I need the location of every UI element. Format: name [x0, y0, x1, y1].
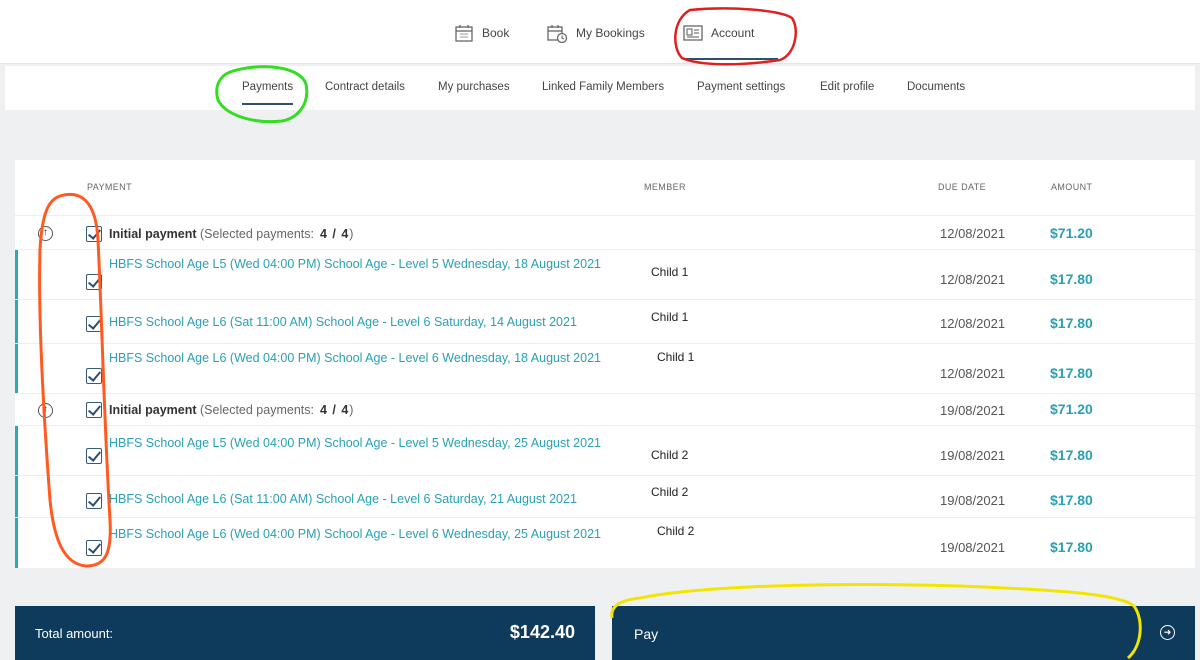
item-checkbox[interactable] — [86, 493, 102, 509]
group-checkbox[interactable] — [86, 226, 102, 242]
column-header-member: MEMBER — [644, 182, 686, 192]
arrow-right-circle-icon: ➜ — [1160, 625, 1175, 640]
account-subnav: Payments Contract details My purchases L… — [5, 66, 1195, 110]
payment-item-row: HBFS School Age L6 (Sat 11:00 AM) School… — [15, 475, 1195, 517]
member-name: Child 2 — [651, 448, 689, 462]
due-date: 12/08/2021 — [940, 272, 1006, 287]
member-name: Child 2 — [651, 485, 689, 499]
member-name: Child 1 — [657, 350, 695, 364]
nav-my-bookings[interactable]: My Bookings — [546, 18, 645, 48]
due-date: 12/08/2021 — [940, 366, 1006, 381]
collapse-icon[interactable]: ↑ — [38, 226, 53, 241]
total-amount-bar: Total amount: $142.40 — [15, 606, 595, 660]
top-navigation: Book My Bookings Account — [0, 0, 1200, 64]
payment-description-link[interactable]: HBFS School Age L6 (Sat 11:00 AM) School… — [109, 312, 649, 333]
due-date: 19/08/2021 — [940, 403, 1006, 418]
payment-group-row: ↑ Initial payment (Selected payments: 4 /… — [15, 393, 1195, 425]
amount: $17.80 — [1050, 447, 1093, 463]
due-date: 19/08/2021 — [940, 493, 1006, 508]
payments-table: PAYMENT MEMBER DUE DATE AMOUNT ↑ Initial… — [15, 160, 1195, 568]
pay-button[interactable]: Pay ➜ — [612, 606, 1195, 660]
nav-account-label: Account — [711, 26, 755, 40]
calendar-clock-icon — [547, 25, 568, 43]
payment-group-row: ↑ Initial payment (Selected payments: 4 /… — [15, 215, 1195, 249]
nav-account[interactable]: Account — [683, 18, 779, 60]
due-date: 19/08/2021 — [940, 540, 1006, 555]
amount: $71.20 — [1050, 401, 1093, 417]
payment-item-row: HBFS School Age L6 (Wed 04:00 PM) School… — [15, 343, 1195, 393]
member-name: Child 1 — [651, 310, 689, 324]
group-checkbox[interactable] — [86, 402, 102, 418]
due-date: 19/08/2021 — [940, 448, 1006, 463]
item-checkbox[interactable] — [86, 540, 102, 556]
payment-description-link[interactable]: HBFS School Age L6 (Wed 04:00 PM) School… — [109, 524, 619, 545]
total-amount-value: $142.40 — [509, 622, 575, 642]
payment-description-link[interactable]: HBFS School Age L6 (Wed 04:00 PM) School… — [109, 348, 619, 369]
tab-contract-details[interactable]: Contract details — [325, 81, 405, 93]
id-card-icon — [683, 25, 703, 41]
amount: $17.80 — [1050, 271, 1093, 287]
tab-my-purchases[interactable]: My purchases — [438, 81, 510, 93]
tab-payment-settings[interactable]: Payment settings — [697, 81, 785, 93]
item-checkbox[interactable] — [86, 448, 102, 464]
total-amount-label: Total amount: — [35, 626, 114, 641]
item-checkbox[interactable] — [86, 316, 102, 332]
amount: $17.80 — [1050, 539, 1093, 555]
payment-description-link[interactable]: HBFS School Age L5 (Wed 04:00 PM) School… — [109, 433, 619, 454]
payment-item-row: HBFS School Age L6 (Wed 04:00 PM) School… — [15, 517, 1195, 568]
nav-my-bookings-label: My Bookings — [576, 26, 645, 40]
payment-item-row: HBFS School Age L5 (Wed 04:00 PM) School… — [15, 425, 1195, 475]
payment-item-row: HBFS School Age L5 (Wed 04:00 PM) School… — [15, 249, 1195, 299]
group-title: Initial payment (Selected payments: 4 / 4… — [109, 227, 354, 241]
payment-description-link[interactable]: HBFS School Age L5 (Wed 04:00 PM) School… — [109, 254, 619, 275]
nav-book-label: Book — [482, 26, 510, 40]
collapse-icon[interactable]: ↑ — [38, 403, 53, 418]
amount: $17.80 — [1050, 315, 1093, 331]
amount: $17.80 — [1050, 492, 1093, 508]
member-name: Child 1 — [651, 265, 689, 279]
column-header-payment: PAYMENT — [87, 182, 132, 192]
tab-linked-family-members[interactable]: Linked Family Members — [542, 81, 664, 93]
due-date: 12/08/2021 — [940, 226, 1006, 241]
pay-button-label: Pay — [634, 626, 659, 642]
nav-book[interactable]: Book — [454, 18, 509, 48]
amount: $71.20 — [1050, 225, 1093, 241]
tab-documents[interactable]: Documents — [907, 81, 965, 93]
column-header-amount: AMOUNT — [1051, 182, 1093, 192]
item-checkbox[interactable] — [86, 274, 102, 290]
due-date: 12/08/2021 — [940, 316, 1006, 331]
payment-description-link[interactable]: HBFS School Age L6 (Sat 11:00 AM) School… — [109, 489, 649, 510]
item-checkbox[interactable] — [86, 368, 102, 384]
group-title: Initial payment (Selected payments: 4 / 4… — [109, 403, 354, 417]
payment-item-row: HBFS School Age L6 (Sat 11:00 AM) School… — [15, 299, 1195, 343]
amount: $17.80 — [1050, 365, 1093, 381]
tab-edit-profile[interactable]: Edit profile — [820, 81, 874, 93]
column-header-due-date: DUE DATE — [938, 182, 987, 192]
tab-payments[interactable]: Payments — [242, 81, 294, 105]
member-name: Child 2 — [657, 524, 695, 538]
calendar-icon — [455, 25, 473, 42]
